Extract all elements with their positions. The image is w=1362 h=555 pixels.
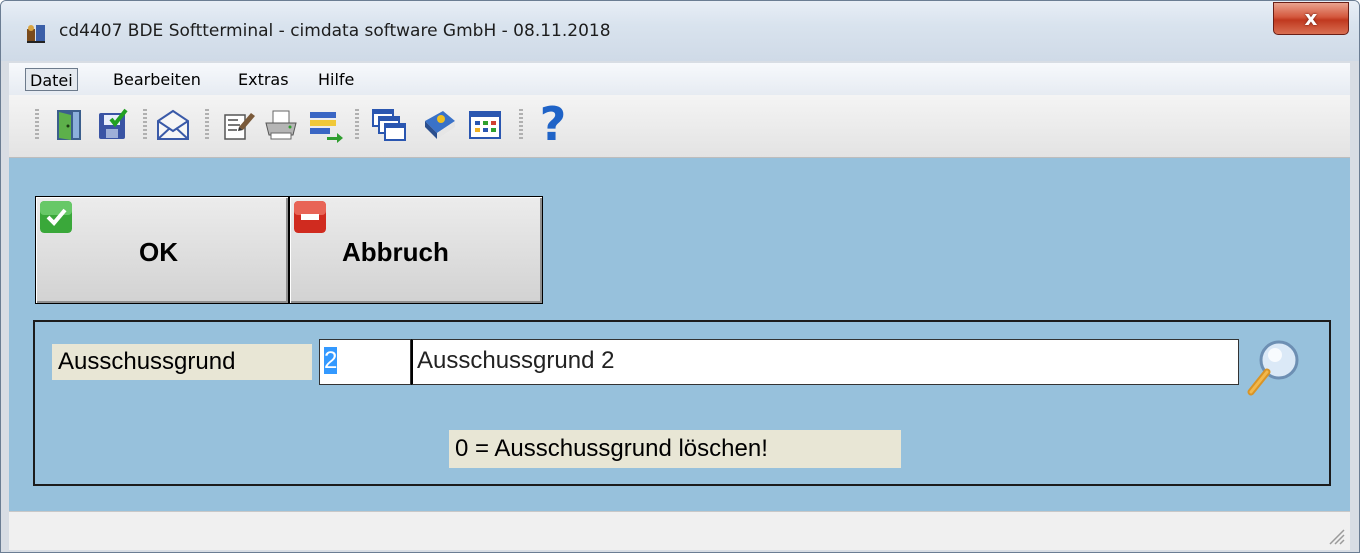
toolbar-separator <box>519 109 523 139</box>
toolbar: ? <box>9 95 1350 158</box>
app-icon <box>27 25 45 43</box>
main-content: OK Abbruch Ausschussgrund 2 Ausschussgru… <box>9 158 1350 511</box>
toolbar-grip[interactable] <box>35 109 39 139</box>
reason-description-field[interactable]: Ausschussgrund 2 <box>411 339 1239 385</box>
windows-cascade-icon[interactable] <box>371 107 407 143</box>
printer-icon[interactable] <box>263 107 299 143</box>
menu-bar: Datei Bearbeiten Extras Hilfe <box>9 63 1350 96</box>
cancel-button[interactable]: Abbruch <box>289 196 543 304</box>
mail-icon[interactable] <box>155 107 191 143</box>
menu-hilfe[interactable]: Hilfe <box>318 68 354 91</box>
app-window: cd4407 BDE Softterminal - cimdata softwa… <box>0 0 1360 553</box>
window-title: cd4407 BDE Softterminal - cimdata softwa… <box>59 21 611 41</box>
edit-document-icon[interactable] <box>221 107 257 143</box>
checkmark-icon <box>40 201 72 233</box>
ok-button[interactable]: OK <box>35 196 289 304</box>
reason-groupbox: Ausschussgrund 2 Ausschussgrund 2 0 = Au… <box>33 320 1331 486</box>
exit-door-icon[interactable] <box>51 107 87 143</box>
help-icon[interactable]: ? <box>533 99 573 149</box>
minus-icon <box>294 201 326 233</box>
toolbar-separator <box>205 109 209 139</box>
reason-code-value: 2 <box>324 347 338 374</box>
menu-bearbeiten[interactable]: Bearbeiten <box>113 68 201 91</box>
reason-code-input[interactable]: 2 <box>319 339 411 385</box>
hint-text: 0 = Ausschussgrund löschen! <box>449 430 901 468</box>
reason-label: Ausschussgrund <box>52 344 312 380</box>
toolbar-separator <box>143 109 147 139</box>
save-icon[interactable] <box>95 107 131 143</box>
menu-datei[interactable]: Datei <box>25 68 78 91</box>
close-icon: x <box>1304 6 1318 30</box>
transfer-list-icon[interactable] <box>307 107 343 143</box>
cancel-button-label: Abbruch <box>342 237 449 267</box>
ok-button-label: OK <box>139 237 178 267</box>
book-icon[interactable] <box>421 107 457 143</box>
search-icon[interactable] <box>1241 334 1307 400</box>
status-bar <box>9 511 1350 550</box>
title-bar[interactable]: cd4407 BDE Softterminal - cimdata softwa… <box>1 1 1359 61</box>
toolbar-separator <box>355 109 359 139</box>
calendar-grid-icon[interactable] <box>467 107 503 143</box>
menu-extras[interactable]: Extras <box>238 68 289 91</box>
resize-grip-icon[interactable] <box>1324 524 1346 546</box>
close-button[interactable]: x <box>1273 2 1349 35</box>
